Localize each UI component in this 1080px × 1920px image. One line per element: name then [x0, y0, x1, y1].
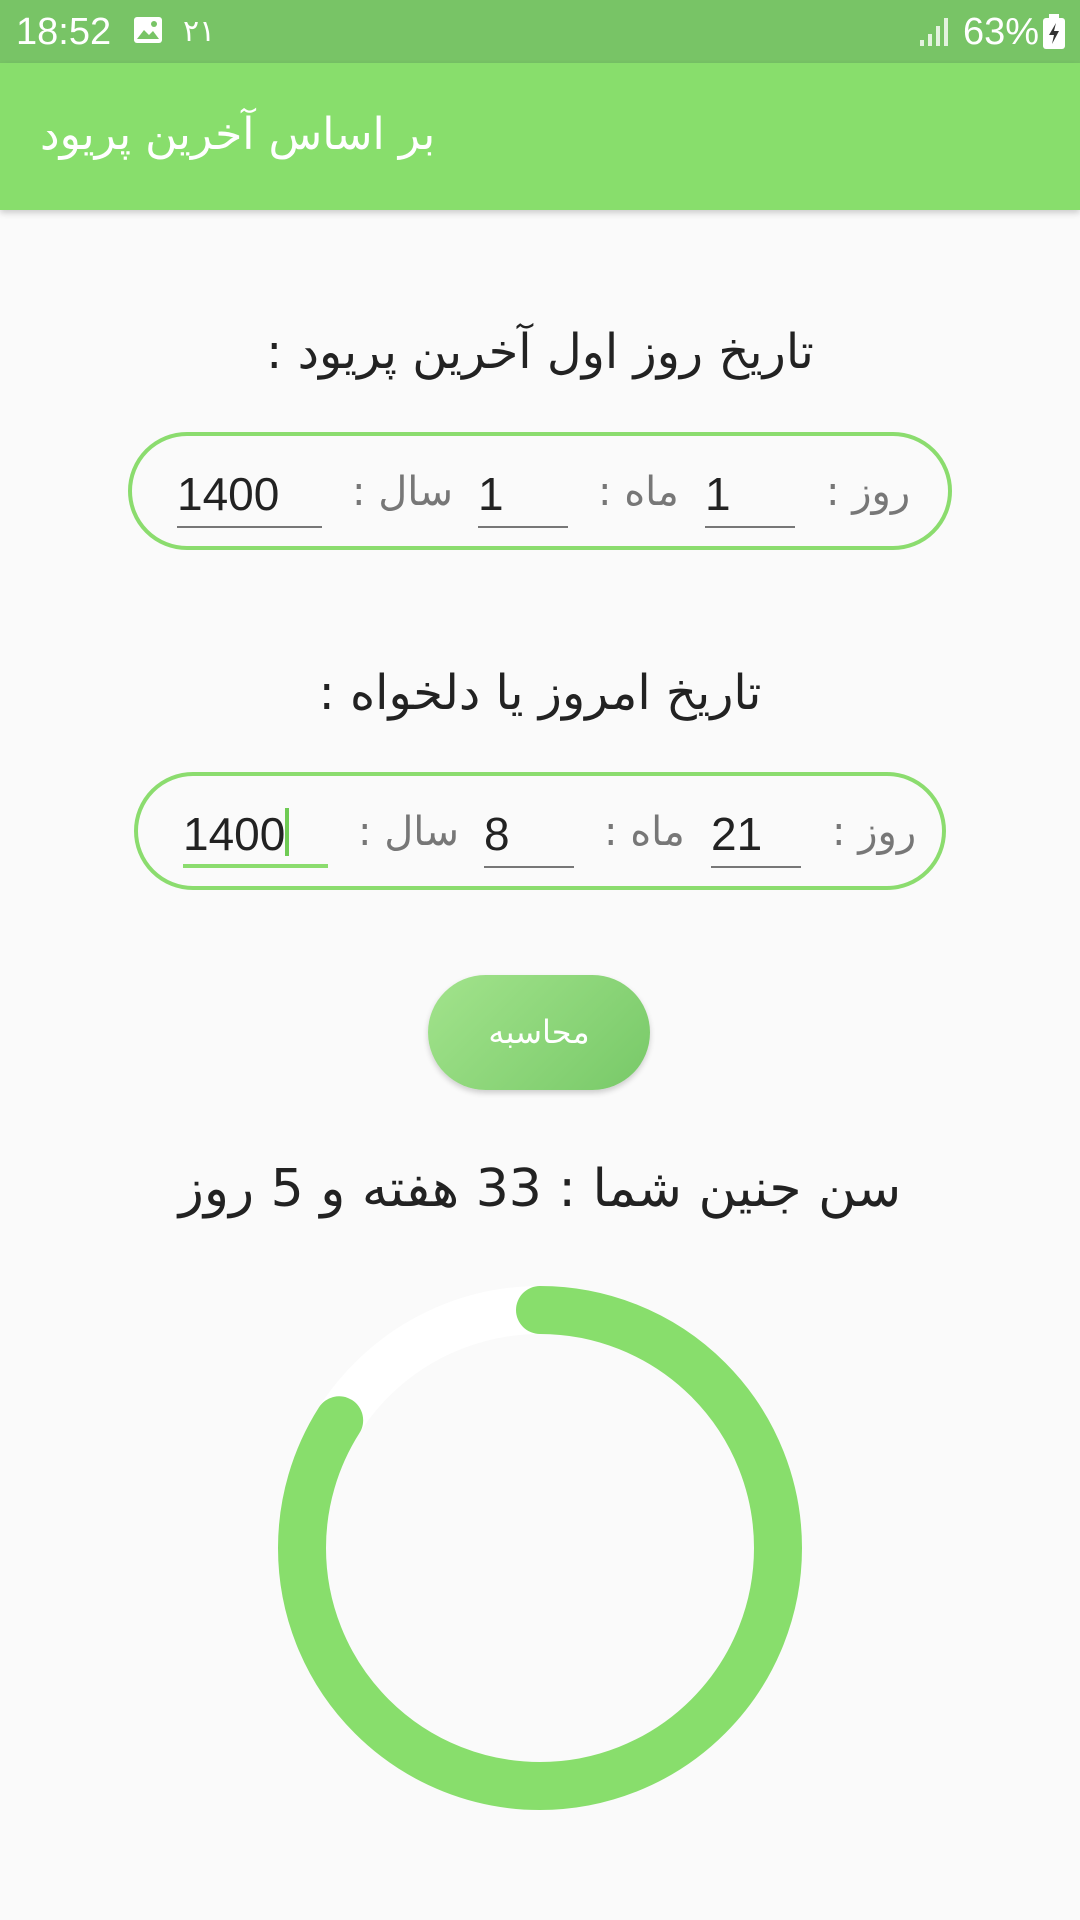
- battery-icon: [1043, 14, 1065, 49]
- text-cursor: [285, 808, 289, 856]
- signal-icon: [920, 18, 948, 46]
- last-period-year-input[interactable]: 1400: [177, 464, 322, 528]
- gallery-icon: [134, 17, 162, 43]
- last-period-month-label: ماه :: [598, 469, 679, 515]
- today-month-label: ماه :: [604, 809, 685, 855]
- progress-ring: [278, 1286, 802, 1810]
- today-day-input[interactable]: 21: [711, 804, 801, 868]
- battery-percent: 63%: [963, 11, 1040, 53]
- calculate-button[interactable]: محاسبه: [428, 975, 650, 1090]
- last-period-day-input[interactable]: 1: [705, 464, 795, 528]
- page-title: بر اساس آخرین پریود: [40, 109, 436, 160]
- today-year-input[interactable]: 1400: [183, 804, 328, 868]
- app-bar: بر اساس آخرین پریود: [0, 63, 1080, 210]
- last-period-title: تاریخ روز اول آخرین پریود :: [266, 324, 814, 380]
- status-notification-number: ۲۱: [183, 14, 216, 49]
- today-month-input[interactable]: 8: [484, 804, 574, 868]
- status-time: 18:52: [16, 11, 112, 53]
- last-period-year-label: سال :: [352, 469, 453, 515]
- status-bar: 18:52 ۲۱ 63%: [0, 0, 1080, 63]
- last-period-day-label: روز :: [826, 469, 911, 515]
- today-day-label: روز :: [832, 809, 917, 855]
- today-year-label: سال :: [358, 809, 459, 855]
- last-period-month-input[interactable]: 1: [478, 464, 568, 528]
- fetal-age-result: سن جنین شما : 33 هفته و 5 روز: [178, 1159, 902, 1219]
- today-date-title: تاریخ امروز یا دلخواه :: [318, 665, 762, 721]
